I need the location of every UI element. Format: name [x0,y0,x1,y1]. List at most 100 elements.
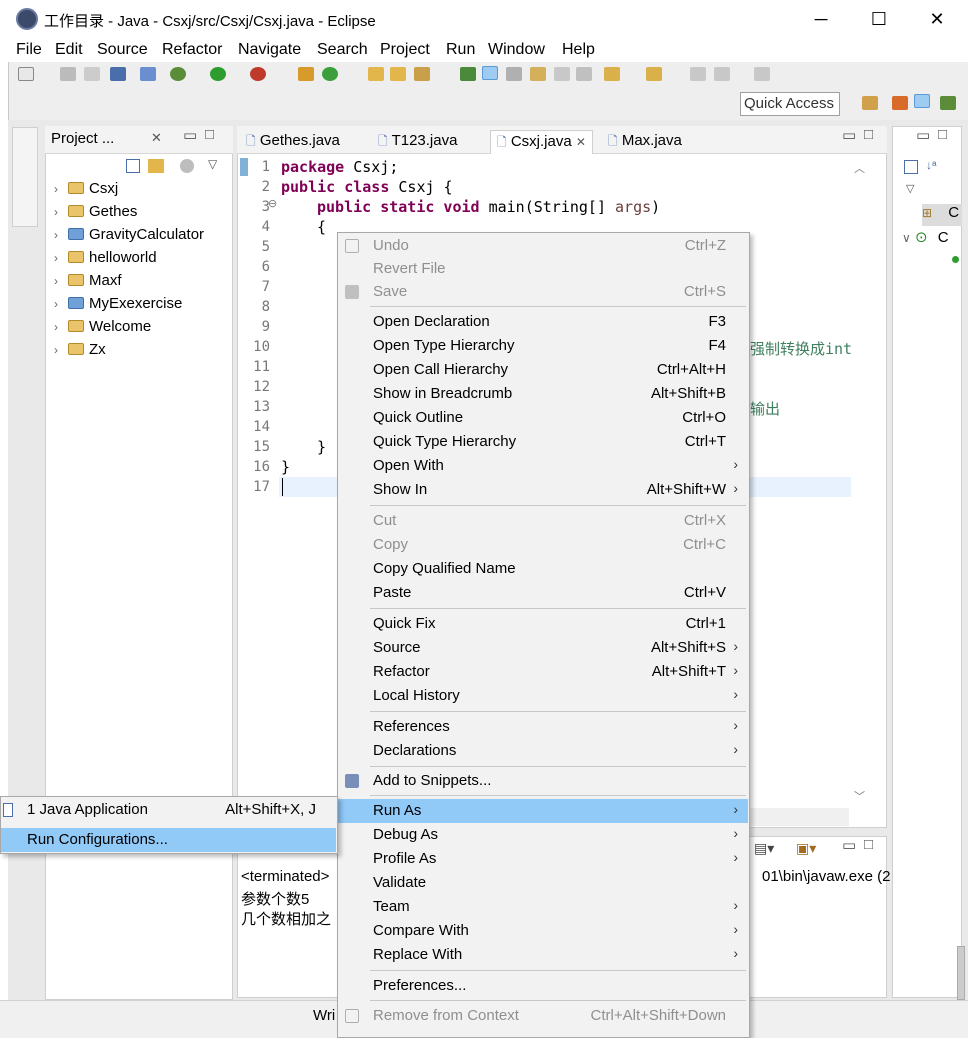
menu-item-declarations[interactable]: Declarations › [338,739,748,763]
project-item[interactable]: › GravityCalculator [54,226,204,243]
code-line-1[interactable]: package Csxj; [281,158,398,176]
code-line-3[interactable]: public static void main(String[] args) [317,198,660,216]
link-with-editor-icon[interactable] [148,159,164,173]
project-item[interactable]: › Welcome [54,318,151,335]
open-type-icon[interactable] [368,67,384,81]
menu-item-team[interactable]: Team › [338,895,748,919]
project-item[interactable]: › Gethes [54,203,137,220]
debug-perspective-icon[interactable] [940,96,956,110]
menu-run[interactable]: Run [446,41,475,59]
next-annotation-icon[interactable] [604,67,620,81]
menu-item-refactor[interactable]: Refactor Alt+Shift+T › [338,660,748,684]
project-item[interactable]: › Maxf [54,272,122,289]
menu-item-quick-outline[interactable]: Quick Outline Ctrl+O [338,406,748,430]
project-item[interactable]: › Zx [54,341,106,358]
chevron-right-icon[interactable]: › [54,228,68,242]
menu-item-references[interactable]: References › [338,715,748,739]
outline-item-package[interactable]: ⊞ C [922,204,962,226]
chevron-right-icon[interactable]: › [54,205,68,219]
scroll-up-icon[interactable]: ︿ [854,160,865,176]
last-edit-icon[interactable] [714,67,730,81]
menu-item-debug-as[interactable]: Debug As › [338,823,748,847]
skip-breakpoints-icon[interactable] [140,67,156,81]
block-selection-icon[interactable] [530,67,546,81]
annotation-icon[interactable] [460,67,476,81]
menu-item-open-call-hierarchy[interactable]: Open Call Hierarchy Ctrl+Alt+H [338,358,748,382]
minimize-console-icon[interactable]: ▭ [842,836,856,854]
menu-item-run-as[interactable]: Run As › [338,799,748,823]
submenu-item-java-application[interactable]: 1 Java Application Alt+Shift+X, J [1,798,336,822]
menu-window[interactable]: Window [488,41,545,59]
new-icon[interactable] [18,67,34,81]
project-item[interactable]: › helloworld [54,249,157,266]
close-tab-icon[interactable]: ✕ [151,130,162,146]
menu-item-profile-as[interactable]: Profile As › [338,847,748,871]
outline-scrollbar[interactable] [957,946,965,1000]
menu-item-add-to-snippets[interactable]: Add to Snippets... [338,769,748,793]
chevron-right-icon[interactable]: › [54,297,68,311]
toggle-mark-icon[interactable] [554,67,570,81]
chevron-right-icon[interactable]: › [54,320,68,334]
menu-item-validate[interactable]: Validate [338,871,748,895]
scroll-down-icon[interactable]: ﹀ [854,788,865,804]
tab-max[interactable]: 🗋 Max.java [602,130,688,154]
chevron-right-icon[interactable]: › [54,251,68,265]
run-icon[interactable] [210,67,226,81]
code-line-2[interactable]: public class Csxj { [281,178,453,196]
menu-source[interactable]: Source [97,41,148,59]
tab-csxj[interactable]: 🗋 Csxj.java ✕ [490,130,593,154]
project-item[interactable]: › Csxj [54,180,118,197]
new-class-icon[interactable] [322,67,338,81]
editor-vertical-scrollbar[interactable] [851,156,871,806]
terminal-icon[interactable] [110,67,126,81]
prev-annotation-icon[interactable] [646,67,662,81]
project-explorer-tab[interactable]: Project ... [51,130,114,147]
maximize-view-icon[interactable]: □ [205,126,214,143]
console-display-icon[interactable]: ▤▾ [754,840,774,857]
java-perspective-icon[interactable] [914,94,930,108]
menu-item-open-with[interactable]: Open With › [338,454,748,478]
outline-item-class[interactable]: ∨ ⊙ C [902,228,949,246]
save-icon[interactable] [60,67,76,81]
code-line-16[interactable]: } [281,458,290,476]
java-ee-perspective-icon[interactable] [892,96,908,110]
close-button[interactable]: ✕ [914,6,960,32]
menu-item-source[interactable]: Source Alt+Shift+S › [338,636,748,660]
chevron-right-icon[interactable]: › [54,343,68,357]
menu-item-revert-file[interactable]: Revert File [338,257,748,281]
save-all-icon[interactable] [84,67,100,81]
menu-item-compare-with[interactable]: Compare With › [338,919,748,943]
menu-navigate[interactable]: Navigate [238,41,301,59]
menu-item-cut[interactable]: Cut Ctrl+X [338,509,748,533]
highlight-icon[interactable] [482,66,498,80]
menu-item-show-in[interactable]: Show In Alt+Shift+W › [338,478,748,502]
open-console-icon[interactable]: ▣▾ [796,840,816,857]
menu-item-local-history[interactable]: Local History › [338,684,748,708]
menu-project[interactable]: Project [380,41,430,59]
new-java-project-icon[interactable] [298,67,314,81]
menu-item-undo[interactable]: Undo Ctrl+Z [338,234,748,258]
minimize-editor-icon[interactable]: ▭ [842,126,856,144]
focus-icon[interactable] [180,159,194,173]
tab-gethes[interactable]: 🗋 Gethes.java [240,130,346,154]
menu-item-replace-with[interactable]: Replace With › [338,943,748,967]
collapse-all-icon[interactable] [126,159,140,173]
menu-help[interactable]: Help [562,41,595,59]
run-external-tools-icon[interactable] [250,67,266,81]
chevron-right-icon[interactable]: › [54,182,68,196]
menu-item-copy-qualified-name[interactable]: Copy Qualified Name [338,557,748,581]
forward-icon[interactable] [754,67,770,81]
maximize-console-icon[interactable]: □ [864,836,873,853]
quick-access-input[interactable]: Quick Access [740,92,840,116]
project-item[interactable]: › MyExexercise [54,295,182,312]
close-tab-icon[interactable]: ✕ [576,135,586,149]
menu-item-open-declaration[interactable]: Open Declaration F3 [338,310,748,334]
submenu-item-run-configurations[interactable]: Run Configurations... [1,828,336,852]
menu-item-quick-type-hierarchy[interactable]: Quick Type Hierarchy Ctrl+T [338,430,748,454]
tab-t123[interactable]: 🗋 T123.java [372,130,463,154]
minimize-view-icon[interactable]: ▭ [183,126,197,144]
view-menu-icon[interactable]: ▽ [208,157,217,171]
search-icon[interactable] [414,67,430,81]
menu-edit[interactable]: Edit [55,41,83,59]
collapse-all-icon[interactable] [904,160,918,174]
